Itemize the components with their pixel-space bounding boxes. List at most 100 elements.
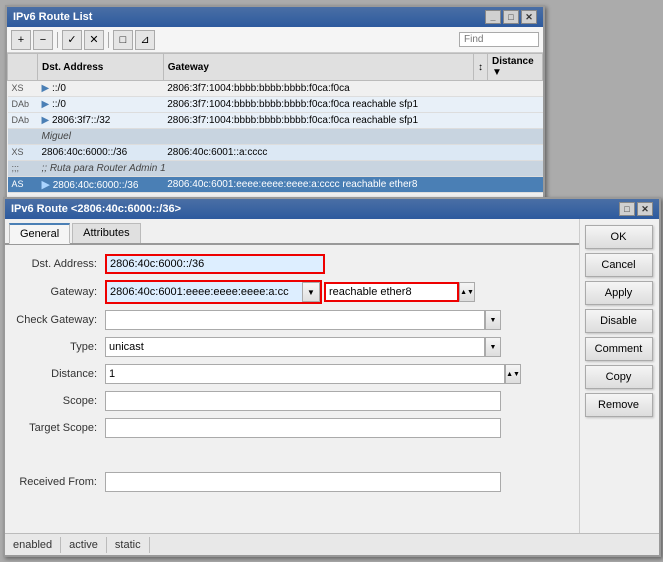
target-scope-input[interactable]: 10	[105, 418, 501, 438]
disable-button[interactable]: Disable	[585, 309, 653, 333]
row-gateway: 2806:3f7:1004:bbbb:bbbb:bbbb:f0ca:f0ca r…	[163, 113, 473, 129]
distance-row: Distance: ▲▼	[15, 363, 569, 385]
table-row[interactable]: DAb ▶ ::/0 2806:3f7:1004:bbbb:bbbb:bbbb:…	[8, 97, 543, 113]
row-flag: XS	[8, 81, 38, 97]
scope-input[interactable]: 30	[105, 391, 501, 411]
received-from-label: Received From:	[15, 476, 105, 488]
tab-general[interactable]: General	[9, 223, 70, 244]
distance-label: Distance:	[15, 368, 105, 380]
check-gateway-input[interactable]	[105, 310, 485, 330]
spacer-row	[15, 444, 569, 466]
separator1	[57, 32, 58, 48]
status-static: static	[107, 537, 150, 553]
row-gateway: 2806:40c:6001:eeee:eeee:eeee:a:cccc reac…	[163, 177, 473, 193]
copy-button[interactable]: Copy	[585, 365, 653, 389]
distance-spinner[interactable]: ▲▼	[505, 364, 521, 384]
row-distance	[488, 81, 543, 97]
apply-button[interactable]: Apply	[585, 281, 653, 305]
row-extra	[474, 177, 488, 193]
remove-button[interactable]: −	[33, 30, 53, 50]
col-flags	[8, 54, 38, 81]
form-section: Dst. Address: Gateway: ▼ ▲▼ Check Gatewa…	[5, 245, 579, 555]
type-dropdown-button[interactable]: ▼	[485, 337, 501, 357]
cancel-button[interactable]: Cancel	[585, 253, 653, 277]
group-label: ;; Ruta para Router Admin 1	[38, 161, 543, 177]
route-list-title: IPv6 Route List	[13, 11, 92, 23]
cross-button[interactable]: ✕	[84, 30, 104, 50]
row-extra	[474, 97, 488, 113]
ok-button[interactable]: OK	[585, 225, 653, 249]
distance-input[interactable]	[105, 364, 505, 384]
type-label: Type:	[15, 341, 105, 353]
table-row[interactable]: XS ▶ ::/0 2806:3f7:1004:bbbb:bbbb:bbbb:f…	[8, 81, 543, 97]
route-detail-window: IPv6 Route <2806:40c:6000::/36> □ ✕ Gene…	[3, 197, 661, 557]
tab-bar: General Attributes	[5, 219, 579, 245]
row-extra	[474, 113, 488, 129]
row-flag: ;;;	[8, 161, 38, 177]
row-flag: DAb	[8, 97, 38, 113]
separator2	[108, 32, 109, 48]
row-dst: 2806:40c:6000::/36	[38, 145, 164, 161]
right-button-panel: OK Cancel Apply Disable Comment Copy Rem…	[579, 219, 659, 555]
route-list-window: IPv6 Route List _ □ ✕ + − ✓ ✕ □ ⊿ Dst. A…	[5, 5, 545, 215]
gateway-status-input[interactable]	[324, 282, 459, 302]
row-dst: ▶ ::/0	[38, 97, 164, 113]
row-distance	[488, 113, 543, 129]
row-dst: ▶ 2806:3f7::/32	[38, 113, 164, 129]
copy-button[interactable]: □	[113, 30, 133, 50]
row-distance	[488, 177, 543, 193]
route-table: Dst. Address Gateway ↕ Distance ▼ XS ▶ :…	[7, 53, 543, 193]
check-button[interactable]: ✓	[62, 30, 82, 50]
table-row[interactable]: DAb ▶ 2806:3f7::/32 2806:3f7:1004:bbbb:b…	[8, 113, 543, 129]
row-dst: ▶ 2806:40c:6000::/36	[38, 177, 164, 193]
row-extra	[474, 145, 488, 161]
row-gateway: 2806:3f7:1004:bbbb:bbbb:bbbb:f0ca:f0ca r…	[163, 97, 473, 113]
comment-button[interactable]: Comment	[585, 337, 653, 361]
table-row[interactable]: XS 2806:40c:6000::/36 2806:40c:6001::a:c…	[8, 145, 543, 161]
row-flag: DAb	[8, 113, 38, 129]
dst-address-input[interactable]	[105, 254, 325, 274]
type-row: Type: ▼	[15, 336, 569, 358]
col-gateway[interactable]: Gateway	[163, 54, 473, 81]
received-from-input[interactable]: PEER-to-MB	[105, 472, 501, 492]
check-gateway-row: Check Gateway: ▼	[15, 309, 569, 331]
detail-minimize-button[interactable]: □	[619, 202, 635, 216]
route-detail-title-bar: IPv6 Route <2806:40c:6000::/36> □ ✕	[5, 199, 659, 219]
status-enabled: enabled	[5, 537, 61, 553]
col-sort[interactable]: ↕	[474, 54, 488, 81]
gateway-label: Gateway:	[15, 286, 105, 298]
tab-attributes[interactable]: Attributes	[72, 223, 140, 243]
row-distance	[488, 97, 543, 113]
target-scope-row: Target Scope: 10	[15, 417, 569, 439]
target-scope-label: Target Scope:	[15, 422, 105, 434]
filter-button[interactable]: ⊿	[135, 30, 155, 50]
close-button[interactable]: ✕	[521, 10, 537, 24]
detail-close-button[interactable]: ✕	[637, 202, 653, 216]
minimize-button[interactable]: _	[485, 10, 501, 24]
group-label: Miguel	[38, 129, 543, 145]
scope-label: Scope:	[15, 395, 105, 407]
col-distance[interactable]: Distance ▼	[488, 54, 543, 81]
row-flag: AS	[8, 177, 38, 193]
gateway-input[interactable]	[107, 282, 302, 302]
row-distance	[488, 145, 543, 161]
route-detail-title: IPv6 Route <2806:40c:6000::/36>	[11, 203, 181, 215]
col-dst[interactable]: Dst. Address	[38, 54, 164, 81]
add-button[interactable]: +	[11, 30, 31, 50]
row-extra	[474, 81, 488, 97]
restore-button[interactable]: □	[503, 10, 519, 24]
type-input[interactable]	[105, 337, 485, 357]
status-spinner[interactable]: ▲▼	[459, 282, 475, 302]
detail-title-buttons: □ ✕	[619, 202, 653, 216]
find-input[interactable]	[459, 32, 539, 47]
toolbar: + − ✓ ✕ □ ⊿	[7, 27, 543, 53]
remove-button[interactable]: Remove	[585, 393, 653, 417]
scope-row: Scope: 30	[15, 390, 569, 412]
check-gateway-dropdown-button[interactable]: ▼	[485, 310, 501, 330]
gateway-dropdown-button[interactable]: ▼	[302, 282, 320, 302]
check-gateway-label: Check Gateway:	[15, 314, 105, 326]
table-row-group: Miguel	[8, 129, 543, 145]
table-row-active[interactable]: AS ▶ 2806:40c:6000::/36 2806:40c:6001:ee…	[8, 177, 543, 193]
status-active: active	[61, 537, 107, 553]
gateway-row: Gateway: ▼ ▲▼	[15, 280, 569, 304]
